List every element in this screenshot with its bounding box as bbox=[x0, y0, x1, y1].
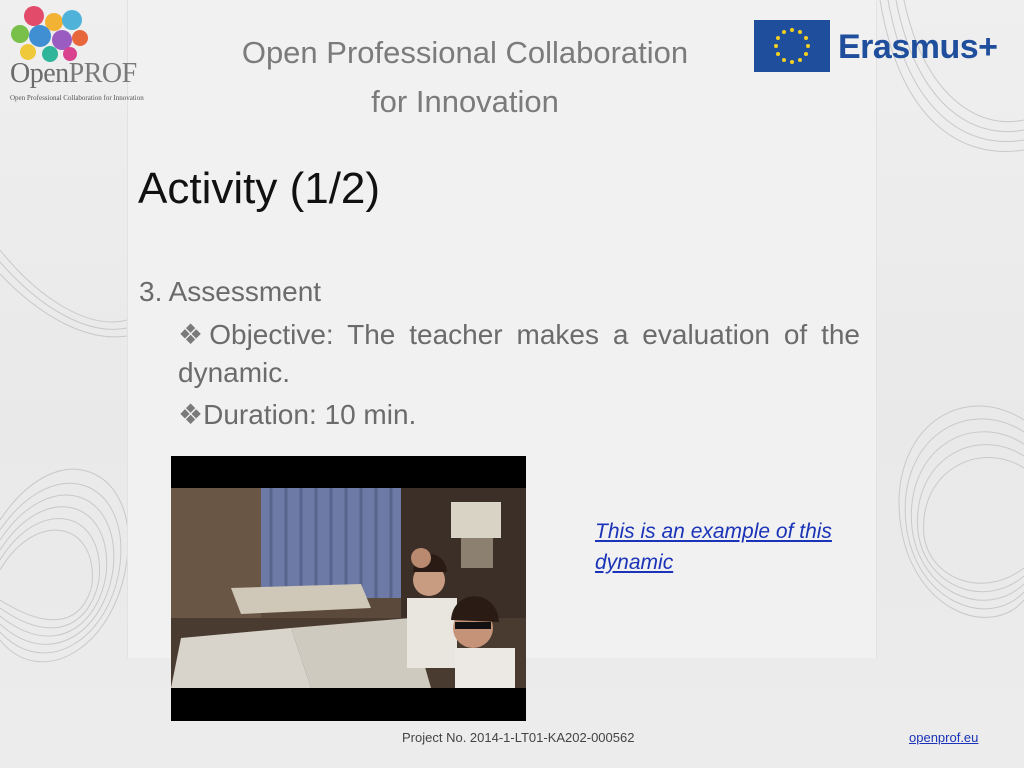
slide-title: Activity (1/2) bbox=[138, 164, 381, 213]
example-video-link[interactable]: This is an example of this dynamic bbox=[595, 516, 835, 578]
bullet-objective: ❖Objective: The teacher makes a evaluati… bbox=[178, 316, 860, 392]
video-thumbnail[interactable] bbox=[171, 456, 526, 721]
eu-flag-icon bbox=[754, 20, 830, 72]
footer-site-link[interactable]: openprof.eu bbox=[909, 730, 978, 745]
classroom-scene-image bbox=[171, 488, 526, 688]
diamond-bullet-icon: ❖ bbox=[178, 319, 210, 350]
bullet-duration-text: Duration: 10 min. bbox=[203, 399, 417, 430]
header-title-line2: for Innovation bbox=[371, 84, 559, 119]
bullet-duration: ❖Duration: 10 min. bbox=[178, 396, 860, 434]
logo-brand: OpenPROF bbox=[10, 58, 137, 89]
logo-bubbles-icon bbox=[11, 6, 88, 62]
diamond-bullet-icon: ❖ bbox=[178, 399, 204, 430]
erasmus-text: Erasmus+ bbox=[838, 28, 998, 66]
bullet-objective-text: Objective: The teacher makes a evaluatio… bbox=[178, 319, 860, 388]
footer-project-number: Project No. 2014-1-LT01-KA202-000562 bbox=[402, 730, 635, 745]
section-heading: 3. Assessment bbox=[139, 276, 322, 307]
logo-tagline: Open Professional Collaboration for Inno… bbox=[10, 94, 144, 102]
openprof-logo: OpenPROF Open Professional Collaboration… bbox=[6, 4, 164, 104]
header-title: Open Professional Collaboration for Inno… bbox=[200, 28, 730, 126]
erasmus-logo: Erasmus+ bbox=[754, 20, 1004, 74]
header-title-line1: Open Professional Collaboration bbox=[241, 35, 689, 70]
